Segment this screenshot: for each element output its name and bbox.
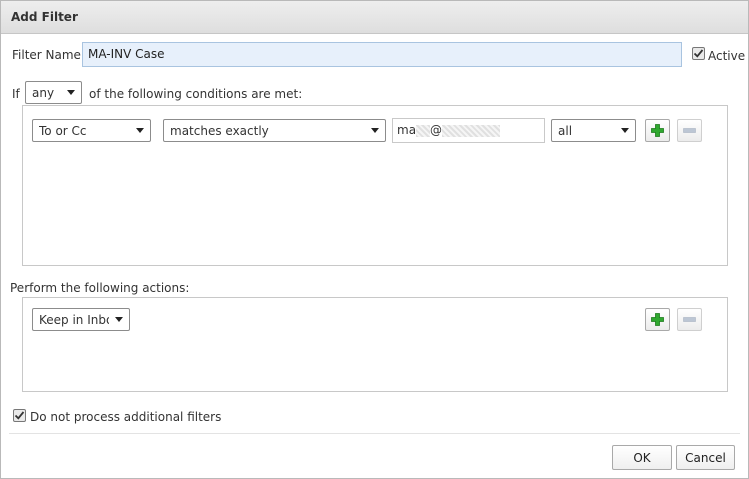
filter-name-label: Filter Name: [12, 48, 85, 62]
active-checkbox[interactable] [692, 47, 705, 60]
minus-icon [683, 317, 696, 322]
dialog-title: Add Filter [11, 10, 78, 24]
chevron-down-icon [67, 90, 75, 95]
condition-value-input[interactable]: ma @ [392, 118, 545, 143]
action-value: Keep in Inbox [39, 312, 109, 327]
chevron-down-icon [371, 128, 379, 133]
remove-action-button[interactable] [677, 308, 702, 331]
match-type-select[interactable]: any [25, 81, 82, 104]
stop-processing-checkbox[interactable] [13, 409, 26, 422]
condition-field-value: To or Cc [39, 123, 87, 138]
checkmark-icon [693, 49, 704, 58]
condition-scope-value: all [558, 123, 573, 138]
dialog-titlebar[interactable]: Add Filter [1, 1, 748, 34]
match-type-value: any [32, 85, 55, 100]
chevron-down-icon [621, 128, 629, 133]
add-condition-button[interactable] [645, 119, 670, 142]
conditions-suffix-label: of the following conditions are met: [89, 87, 303, 101]
filter-name-input[interactable]: MA-INV Case [82, 42, 682, 67]
redacted-text [442, 124, 501, 137]
condition-field-select[interactable]: To or Cc [32, 119, 151, 142]
ok-button[interactable]: OK [612, 445, 672, 470]
actions-heading: Perform the following actions: [10, 281, 190, 295]
chevron-down-icon [136, 128, 144, 133]
add-action-button[interactable] [645, 308, 670, 331]
plus-icon [651, 313, 664, 326]
checkmark-icon [14, 411, 25, 420]
condition-scope-select[interactable]: all [551, 119, 636, 142]
condition-operator-value: matches exactly [170, 123, 269, 138]
stop-processing-label: Do not process additional filters [30, 410, 222, 424]
action-select[interactable]: Keep in Inbox [32, 308, 130, 331]
active-label: Active [708, 49, 746, 63]
add-filter-dialog: Add Filter Filter Name: MA-INV Case Acti… [0, 0, 749, 479]
minus-icon [683, 128, 696, 133]
remove-condition-button[interactable] [677, 119, 702, 142]
cancel-button[interactable]: Cancel [676, 445, 735, 470]
chevron-down-icon [115, 317, 123, 322]
condition-value-prefix: ma [397, 123, 417, 137]
condition-operator-select[interactable]: matches exactly [163, 119, 386, 142]
if-label: If [12, 87, 20, 101]
condition-value-at: @ [430, 123, 443, 137]
plus-icon [651, 124, 664, 137]
footer-divider [9, 433, 740, 434]
redacted-text [416, 124, 431, 137]
